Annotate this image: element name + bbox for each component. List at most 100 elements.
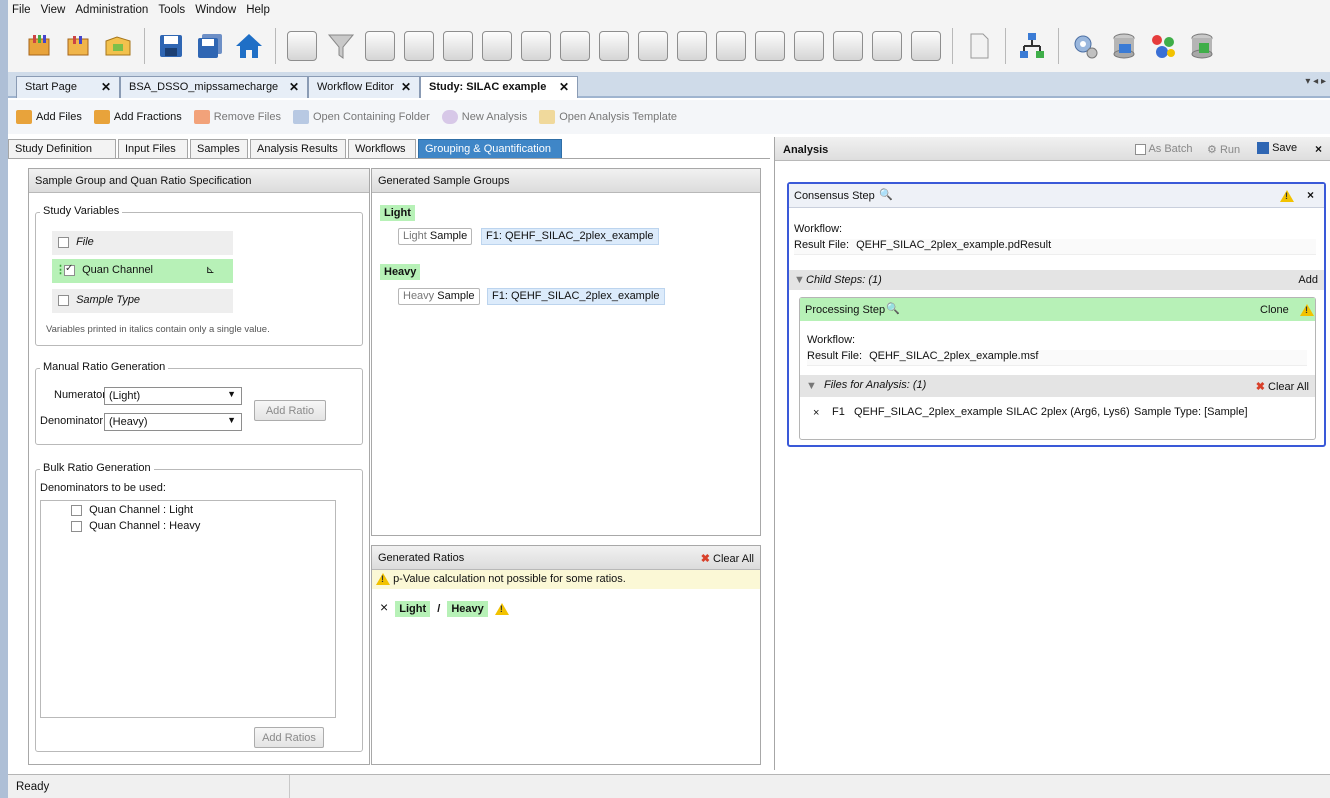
denominator-checkbox[interactable] (71, 520, 82, 532)
add-ratios-button[interactable]: Add Ratios (254, 727, 324, 748)
document-button[interactable] (961, 28, 997, 64)
tab-workflow-editor[interactable]: Workflow Editor ✕ (308, 76, 420, 98)
menu-help[interactable]: Help (242, 0, 273, 16)
sample-type: Sample (429, 230, 468, 242)
bar-chart-icon-5 (872, 31, 902, 61)
expand-icon[interactable]: ▼ (806, 380, 817, 392)
bar-chart-button-6[interactable] (908, 28, 944, 64)
close-icon[interactable]: ✕ (401, 80, 411, 94)
tab-start-page[interactable]: Start Page ✕ (16, 76, 120, 98)
tab-bsa-dsso[interactable]: BSA_DSSO_mipssamecharge ✕ (120, 76, 308, 98)
open-containing-folder-button[interactable]: Open Containing Folder (292, 110, 430, 124)
denominator-item-heavy[interactable]: Quan Channel : Heavy (71, 520, 200, 532)
workflow-tree-button[interactable] (1014, 28, 1050, 64)
expand-icon[interactable]: ▼ (794, 274, 805, 286)
denominator-select[interactable]: (Heavy) ▼ (104, 413, 242, 431)
compare-button[interactable] (830, 28, 866, 64)
tabs-overflow-menu[interactable]: ▾ ◂ ▸ (1305, 76, 1326, 87)
close-analysis-icon[interactable]: × (1315, 142, 1322, 156)
close-icon[interactable]: × (1307, 188, 1314, 202)
add-step-button[interactable]: Add (1298, 274, 1318, 286)
new-study-button[interactable] (22, 28, 58, 64)
clear-all-files-button[interactable]: ✖ Clear All (1256, 380, 1309, 393)
chart-button-3[interactable] (440, 28, 476, 64)
save-all-button[interactable] (192, 28, 228, 64)
settings-button[interactable] (1067, 28, 1103, 64)
open-result-button[interactable] (100, 28, 136, 64)
as-batch-checkbox[interactable] (1135, 143, 1146, 155)
spectrum-button[interactable] (518, 28, 554, 64)
search-icon[interactable]: 🔍 (879, 188, 893, 201)
close-icon[interactable]: ✕ (559, 80, 569, 94)
molecule-button[interactable] (1145, 28, 1181, 64)
tab-analysis-results[interactable]: Analysis Results (250, 139, 346, 159)
table-icon (638, 31, 668, 61)
chart-button-2[interactable] (401, 28, 437, 64)
save-analysis-button[interactable]: Save (1257, 142, 1297, 155)
bar-chart-icon-6 (911, 31, 941, 61)
result-file-value: QEHF_SILAC_2plex_example.msf (869, 350, 1039, 362)
tab-samples[interactable]: Samples (190, 139, 248, 159)
remove-file-icon[interactable]: × (813, 407, 819, 419)
open-study-button[interactable] (61, 28, 97, 64)
database-export-icon (1191, 33, 1213, 59)
home-button[interactable] (231, 28, 267, 64)
variable-sample-type[interactable]: Sample Type (52, 289, 233, 313)
search-icon[interactable]: 🔍 (886, 302, 900, 315)
tab-grouping-quantification[interactable]: Grouping & Quantification (418, 139, 562, 159)
bar-chart-button-5[interactable] (869, 28, 905, 64)
menu-window[interactable]: Window (191, 0, 239, 16)
file-method: SILAC 2plex (Arg6, Lys6) (1006, 406, 1130, 418)
list-button[interactable] (752, 28, 788, 64)
add-fractions-button[interactable]: Add Fractions (93, 110, 182, 124)
bar-chart-button-1[interactable] (557, 28, 593, 64)
tab-study-silac[interactable]: Study: SILAC example ✕ (420, 76, 578, 98)
variable-file[interactable]: File (52, 231, 233, 255)
filter-button[interactable] (323, 28, 359, 64)
clone-button[interactable]: Clone (1260, 304, 1289, 316)
tab-workflows[interactable]: Workflows (348, 139, 416, 159)
remove-ratio-icon[interactable]: × (380, 599, 388, 615)
as-batch-toggle[interactable]: As Batch (1135, 143, 1192, 155)
file-checkbox[interactable] (58, 236, 69, 248)
remove-files-button[interactable]: Remove Files (193, 110, 281, 124)
add-ratio-button[interactable]: Add Ratio (254, 400, 326, 421)
run-button[interactable]: ⚙ Run (1207, 143, 1240, 156)
menu-view[interactable]: View (37, 0, 69, 16)
menu-tools[interactable]: Tools (154, 0, 188, 16)
bar-chart-button-2[interactable] (596, 28, 632, 64)
menu-file[interactable]: File (8, 0, 34, 16)
grid-button-2[interactable] (791, 28, 827, 64)
denominator-checkbox[interactable] (71, 504, 82, 516)
quan-channel-checkbox[interactable] (64, 263, 75, 276)
variable-quan-channel[interactable]: ⋮ Quan Channel ⊾ (52, 259, 233, 283)
database-export-button[interactable] (1184, 28, 1220, 64)
menu-administration[interactable]: Administration (71, 0, 151, 16)
tab-input-files[interactable]: Input Files (118, 139, 188, 159)
tab-study-definition[interactable]: Study Definition (8, 139, 116, 159)
bar-chart-button-3[interactable] (674, 28, 710, 64)
open-template-label: Open Analysis Template (559, 111, 678, 123)
add-files-button[interactable]: Add Files (16, 110, 82, 124)
table-button[interactable] (635, 28, 671, 64)
bar-chart-button-4[interactable] (713, 28, 749, 64)
open-analysis-template-button[interactable]: Open Analysis Template (539, 110, 677, 124)
sort-icon[interactable]: ⊾ (206, 263, 215, 276)
view-button[interactable] (479, 28, 515, 64)
clear-all-button[interactable]: ✖ Clear All (701, 552, 754, 565)
save-button[interactable] (153, 28, 189, 64)
template-icon (539, 110, 556, 124)
files-for-analysis-row[interactable]: ▼ Files for Analysis: (1) ✖ Clear All (800, 375, 1315, 397)
variables-note: Variables printed in italics contain onl… (46, 324, 270, 335)
denominator-item-light[interactable]: Quan Channel : Light (71, 504, 193, 516)
chart-button-1[interactable] (362, 28, 398, 64)
numerator-select[interactable]: (Light) ▼ (104, 387, 242, 405)
close-icon[interactable]: ✕ (101, 80, 111, 94)
grid-button[interactable] (284, 28, 320, 64)
database-button[interactable] (1106, 28, 1142, 64)
add-files-icon (16, 110, 32, 124)
sample-type-checkbox[interactable] (58, 294, 69, 306)
new-analysis-button[interactable]: New Analysis (441, 110, 527, 124)
close-icon[interactable]: ✕ (289, 80, 299, 94)
child-steps-row[interactable]: ▼ Child Steps: (1) Add (789, 270, 1324, 290)
